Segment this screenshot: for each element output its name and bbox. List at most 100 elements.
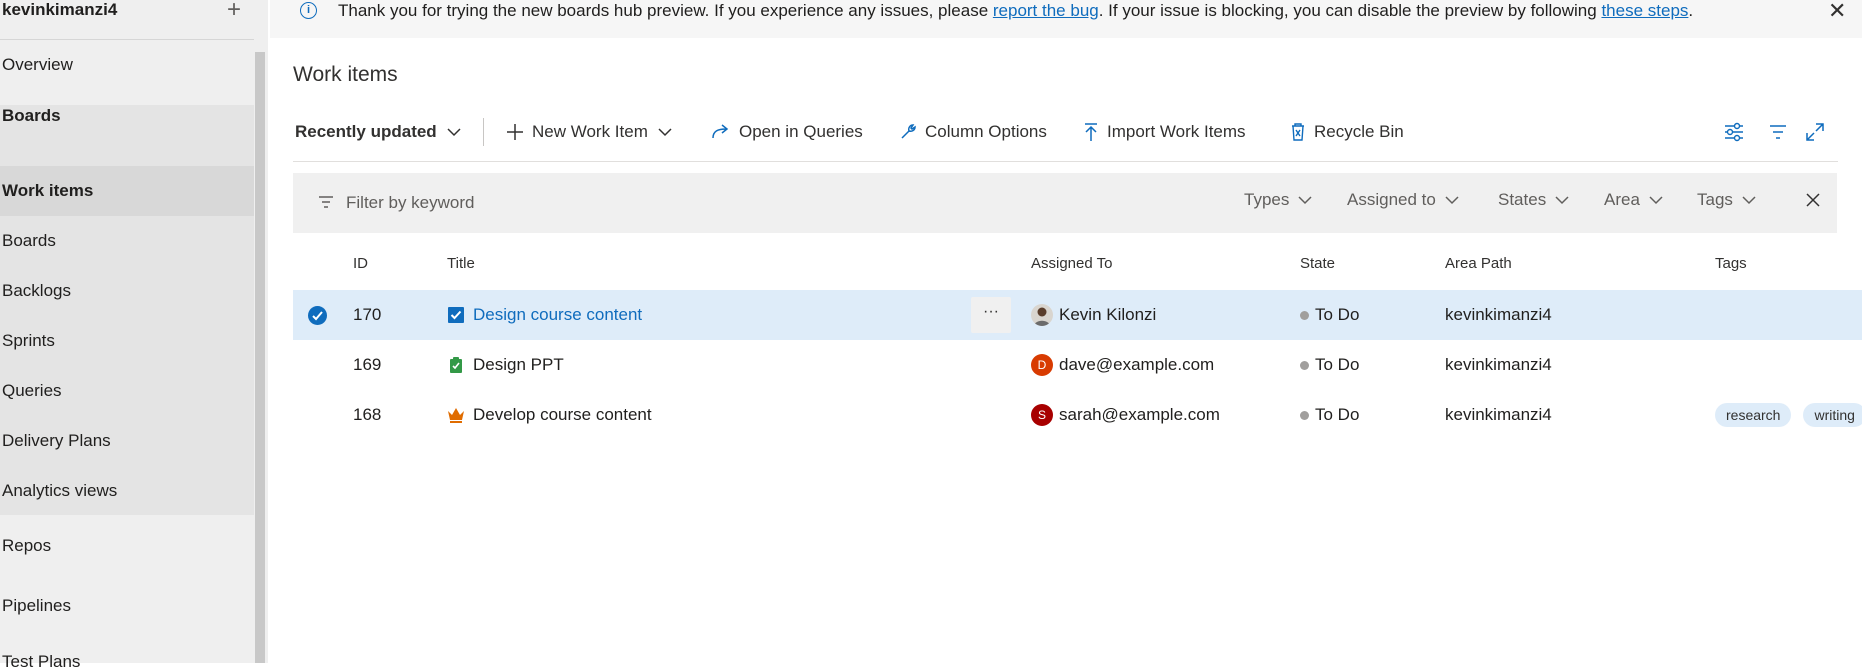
row-checkmark-icon[interactable]: [308, 306, 327, 325]
chevron-down-icon: [1742, 196, 1756, 205]
work-item-title-link[interactable]: Design course content: [473, 305, 642, 325]
view-selector-label: Recently updated: [295, 122, 437, 141]
row-assigned-cell: D dave@example.com: [1031, 340, 1214, 390]
epic-icon: [448, 408, 464, 423]
table-row[interactable]: 168 Develop course content S sarah@examp…: [293, 390, 1862, 440]
row-id: 170: [353, 305, 382, 324]
types-filter[interactable]: Types: [1244, 190, 1312, 210]
table-header: ID Title Assigned To State Area Path Tag…: [293, 255, 1862, 285]
plus-icon: [507, 124, 523, 140]
chevron-down-icon: [1649, 196, 1663, 205]
sidebar-item-queries[interactable]: Queries: [0, 381, 254, 401]
info-icon: i: [300, 2, 317, 19]
state-dot-icon: [1300, 360, 1309, 370]
row-tags-cell: research writing: [1715, 390, 1862, 440]
these-steps-link[interactable]: these steps: [1601, 1, 1688, 20]
sidebar-item-boards-hub[interactable]: Boards: [0, 106, 254, 126]
row-assigned-cell: S sarah@example.com: [1031, 390, 1220, 440]
sidebar: kevinkimanzi4 + Overview Boards Work ite…: [0, 0, 268, 671]
chevron-down-icon: [658, 128, 672, 137]
sidebar-item-repos[interactable]: Repos: [0, 536, 254, 556]
more-options-button[interactable]: ···: [971, 297, 1011, 333]
tag-research[interactable]: research: [1715, 403, 1792, 427]
recycle-bin-button[interactable]: Recycle Bin: [1290, 112, 1404, 152]
column-header-area-path[interactable]: Area Path: [1445, 255, 1512, 272]
open-in-queries-button[interactable]: Open in Queries: [711, 112, 863, 152]
filter-bar: Types Assigned to States Area Tags: [293, 173, 1837, 233]
tags-filter-label: Tags: [1697, 190, 1733, 209]
table-row[interactable]: 169 Design PPT D dave@example.com To Do …: [293, 340, 1862, 390]
row-title-cell: Design course content: [447, 290, 642, 340]
task-icon: [448, 307, 464, 323]
row-assigned-cell: Kevin Kilonzi: [1031, 290, 1156, 340]
settings-sliders-icon: [1725, 122, 1743, 142]
view-selector[interactable]: Recently updated: [295, 112, 469, 152]
recycle-bin-label: Recycle Bin: [1314, 122, 1404, 141]
table-row[interactable]: 170 Design course content ··· Kevin Kilo…: [293, 290, 1862, 340]
column-header-assigned-to[interactable]: Assigned To: [1031, 255, 1112, 272]
filter-toggle-button[interactable]: [1769, 112, 1795, 152]
toolbar-separator: [483, 118, 484, 146]
assigned-to-name: Kevin Kilonzi: [1059, 305, 1157, 324]
area-filter[interactable]: Area: [1604, 190, 1663, 210]
expand-icon: [1806, 123, 1824, 141]
sidebar-header: kevinkimanzi4 +: [0, 0, 254, 40]
chevron-down-icon: [447, 128, 461, 137]
sidebar-item-test-plans[interactable]: Test Plans: [0, 652, 254, 672]
avatar: D: [1031, 354, 1053, 376]
add-icon[interactable]: +: [227, 0, 241, 24]
column-options-button[interactable]: Column Options: [899, 112, 1047, 152]
column-header-title[interactable]: Title: [447, 255, 475, 272]
new-work-item-button[interactable]: New Work Item: [506, 112, 672, 152]
sidebar-item-sprints[interactable]: Sprints: [0, 331, 254, 351]
import-work-items-button[interactable]: Import Work Items: [1083, 112, 1246, 152]
row-area-path: kevinkimanzi4: [1445, 355, 1552, 374]
row-id: 168: [353, 405, 382, 424]
preview-banner: i Thank you for trying the new boards hu…: [270, 0, 1862, 38]
close-icon[interactable]: ✕: [1828, 0, 1846, 24]
sidebar-scrollbar[interactable]: [255, 52, 265, 663]
row-title-cell: Develop course content: [447, 390, 652, 440]
sidebar-item-work-items[interactable]: Work items: [0, 181, 254, 201]
column-header-state[interactable]: State: [1300, 255, 1335, 272]
state-label: To Do: [1315, 355, 1360, 374]
row-id: 169: [353, 355, 382, 374]
sidebar-item-analytics-views[interactable]: Analytics views: [0, 481, 254, 501]
state-dot-icon: [1300, 310, 1309, 320]
sidebar-item-boards[interactable]: Boards: [0, 231, 254, 251]
report-bug-link[interactable]: report the bug: [993, 1, 1099, 20]
sidebar-item-overview[interactable]: Overview: [0, 55, 254, 75]
open-in-queries-label: Open in Queries: [739, 122, 863, 141]
assigned-to-filter[interactable]: Assigned to: [1347, 190, 1459, 210]
state-label: To Do: [1315, 305, 1360, 324]
row-area-path: kevinkimanzi4: [1445, 405, 1552, 424]
column-header-id[interactable]: ID: [353, 255, 368, 272]
work-item-title-link[interactable]: Develop course content: [473, 405, 652, 425]
assigned-to-name: dave@example.com: [1059, 355, 1215, 374]
row-title-cell: Design PPT: [447, 340, 564, 390]
banner-text-middle: . If your issue is blocking, you can dis…: [1098, 1, 1602, 20]
row-state-cell: To Do: [1300, 290, 1359, 340]
tags-filter[interactable]: Tags: [1697, 190, 1756, 210]
page-title: Work items: [293, 63, 398, 86]
keyword-filter-input[interactable]: [346, 188, 946, 218]
column-header-tags[interactable]: Tags: [1715, 255, 1747, 272]
chevron-down-icon: [1298, 196, 1312, 205]
states-filter[interactable]: States: [1498, 190, 1569, 210]
close-filter-icon[interactable]: [1805, 192, 1821, 208]
import-work-items-label: Import Work Items: [1107, 122, 1246, 141]
sidebar-item-backlogs[interactable]: Backlogs: [0, 281, 254, 301]
fullscreen-button[interactable]: [1806, 112, 1832, 152]
toolbar-divider: [293, 161, 1838, 162]
sidebar-item-delivery-plans[interactable]: Delivery Plans: [0, 431, 254, 451]
view-options-button[interactable]: [1723, 112, 1753, 152]
tag-writing[interactable]: writing: [1803, 403, 1862, 427]
org-name[interactable]: kevinkimanzi4: [2, 0, 117, 20]
row-area-path: kevinkimanzi4: [1445, 305, 1552, 324]
work-item-title-link[interactable]: Design PPT: [473, 355, 564, 375]
chevron-down-icon: [1445, 196, 1459, 205]
sidebar-item-pipelines[interactable]: Pipelines: [0, 596, 254, 616]
states-filter-label: States: [1498, 190, 1547, 209]
avatar: [1031, 304, 1053, 326]
state-dot-icon: [1300, 410, 1309, 420]
